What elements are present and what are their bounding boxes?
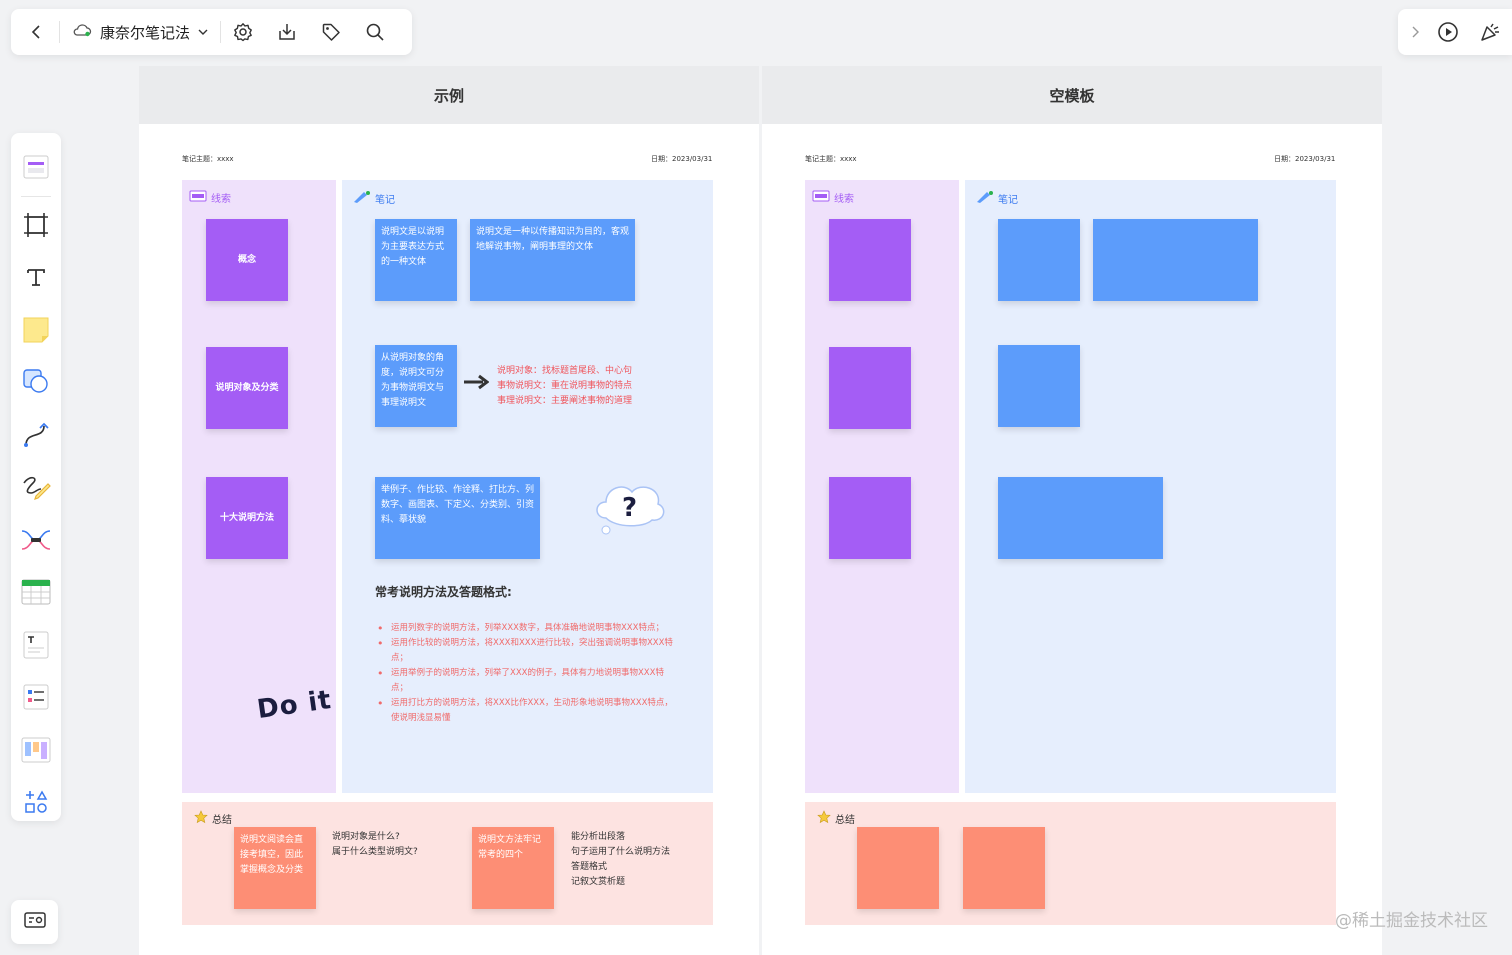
table-icon[interactable] — [11, 566, 61, 619]
clue-sticky[interactable]: 说明对象及分类 — [206, 347, 288, 429]
text-icon[interactable] — [11, 251, 61, 304]
text-card-icon[interactable] — [11, 619, 61, 672]
summary-header: 总结 — [817, 810, 855, 827]
note-header: 笔记 — [353, 190, 395, 207]
memo-icon — [812, 190, 830, 205]
celebrate-icon[interactable] — [1474, 16, 1506, 48]
note-date: 日期：2023/03/31 — [651, 155, 713, 163]
summary-sticky[interactable] — [963, 827, 1045, 909]
pen-icon[interactable] — [11, 461, 61, 514]
download-icon[interactable] — [271, 16, 303, 48]
template-icon[interactable] — [11, 141, 61, 194]
note-pen-icon — [353, 190, 371, 207]
list-card-icon[interactable] — [11, 671, 61, 724]
watermark: @稀土掘金技术社区 — [1335, 911, 1488, 931]
methods-title: 常考说明方法及答题格式: — [375, 585, 512, 599]
document-title-menu[interactable]: 康奈尔笔记法 — [66, 16, 214, 48]
note-topic: 笔记主题：xxxx — [182, 155, 234, 163]
minimap-button[interactable] — [11, 900, 58, 944]
toolbar-divider — [220, 21, 222, 43]
methods-list-item: 运用打比方的说明方法，将XXX比作XXX，生动形象地说明事物XXX特点，使说明浅… — [375, 696, 675, 726]
summary-row[interactable]: 总结 说明文阅读会直接考填空，因此掌握概念及分类 说明对象是什么? 属于什么类型… — [182, 802, 713, 925]
map-pin-icon — [23, 910, 47, 934]
chevron-down-icon — [198, 23, 208, 41]
methods-list-item: 运用作比较的说明方法，将XXX和XXX进行比较，突出强调说明事物XXX特点； — [375, 636, 675, 666]
tools-sidebar — [11, 133, 61, 821]
frame-icon[interactable] — [11, 199, 61, 252]
blank-frame-title: 空模板 — [762, 66, 1382, 124]
sidebar-divider — [21, 195, 51, 197]
summary-sticky[interactable]: 说明文阅读会直接考填空，因此掌握概念及分类 — [234, 827, 316, 909]
toolbar-divider — [59, 21, 60, 43]
note-topic: 笔记主题：xxxx — [805, 155, 857, 163]
svg-text:?: ? — [622, 493, 637, 523]
blank-template-frame[interactable]: 空模板 笔记主题：xxxx 日期：2023/03/31 线索 笔记 总结 — [762, 66, 1382, 955]
arrow-right-icon — [463, 374, 490, 394]
methods-list-item: 运用列数字的说明方法，列举XXX数字，具体准确地说明事物XXX特点； — [375, 621, 675, 636]
summary-row[interactable]: 总结 — [805, 802, 1336, 925]
clue-sticky[interactable] — [829, 347, 911, 429]
note-sticky[interactable] — [998, 477, 1163, 559]
summary-question: 说明对象是什么? 属于什么类型说明文? — [332, 832, 418, 857]
back-icon[interactable] — [21, 16, 53, 48]
note-red-line: 事理说明文：主要阐述事物的道理 — [497, 396, 633, 406]
connector-icon[interactable] — [11, 409, 61, 462]
example-frame[interactable]: 示例 笔记主题：xxxx 日期：2023/03/31 线索 概念 说明对象及分类… — [139, 66, 759, 955]
note-pen-icon — [976, 190, 994, 207]
summary-header: 总结 — [194, 810, 232, 827]
question-cloud-icon: ? — [592, 478, 668, 542]
note-sticky[interactable] — [998, 219, 1080, 301]
example-frame-title: 示例 — [139, 66, 759, 124]
star-icon — [194, 810, 208, 827]
note-sticky[interactable] — [998, 345, 1080, 427]
settings-icon[interactable] — [227, 16, 259, 48]
clue-sticky[interactable]: 概念 — [206, 219, 288, 301]
clue-header: 线索 — [812, 190, 854, 205]
note-sticky[interactable]: 举例子、作比较、作诠释、打比方、列数字、画图表、下定义、分类别、引资料、摹状貌 — [375, 477, 540, 559]
tag-icon[interactable] — [315, 16, 347, 48]
summary-sticky[interactable] — [857, 827, 939, 909]
clue-column[interactable]: 线索 — [805, 180, 959, 793]
note-column[interactable]: 笔记 说明文是以说明为主要表达方式的一种文体 说明文是一种以传播知识为目的，客观… — [342, 180, 713, 793]
methods-list-item: 运用举例子的说明方法，列举了XXX的例子，具体有力地说明事物XXX特点； — [375, 666, 675, 696]
summary-sticky[interactable]: 说明文方法牢记常考的四个 — [472, 827, 554, 909]
chevron-right-icon[interactable] — [1404, 16, 1426, 48]
note-sticky[interactable]: 说明文是一种以传播知识为目的，客观地解说事物，阐明事理的文体 — [470, 219, 635, 301]
note-red-line: 事物说明文：重在说明事物的特点 — [497, 381, 633, 391]
clue-sticky[interactable] — [829, 477, 911, 559]
note-sticky[interactable] — [1093, 219, 1258, 301]
star-icon — [817, 810, 831, 827]
methods-list: 运用列数字的说明方法，列举XXX数字，具体准确地说明事物XXX特点； 运用作比较… — [375, 621, 675, 726]
mindmap-icon[interactable] — [11, 514, 61, 567]
clue-sticky[interactable] — [829, 219, 911, 301]
summary-points: 能分析出段落 句子运用了什么说明方法 答题格式 记叙文赏析题 — [571, 832, 671, 887]
search-icon[interactable] — [359, 16, 391, 48]
play-icon[interactable] — [1432, 16, 1464, 48]
note-column[interactable]: 笔记 — [965, 180, 1336, 793]
more-shapes-icon[interactable] — [11, 776, 61, 829]
sticky-note-icon[interactable] — [11, 304, 61, 357]
shape-icon[interactable] — [11, 356, 61, 409]
note-header: 笔记 — [976, 190, 1018, 207]
kanban-icon[interactable] — [11, 724, 61, 777]
clue-header: 线索 — [189, 190, 231, 205]
cloud-icon — [72, 23, 92, 41]
note-sticky[interactable]: 从说明对象的角度，说明文可分为事物说明文与事理说明文 — [375, 345, 457, 427]
top-toolbar: 康奈尔笔记法 — [11, 9, 412, 55]
clue-sticky[interactable]: 十大说明方法 — [206, 477, 288, 559]
note-sticky[interactable]: 说明文是以说明为主要表达方式的一种文体 — [375, 219, 457, 301]
top-right-toolbar — [1398, 9, 1512, 55]
document-title: 康奈尔笔记法 — [100, 23, 191, 42]
clue-column[interactable]: 线索 概念 说明对象及分类 十大说明方法 Do it — [182, 180, 336, 793]
note-date: 日期：2023/03/31 — [1274, 155, 1336, 163]
doit-sticker[interactable]: Do it — [255, 685, 333, 725]
note-red-line: 说明对象：找标题首尾段、中心句 — [497, 366, 633, 376]
memo-icon — [189, 190, 207, 205]
